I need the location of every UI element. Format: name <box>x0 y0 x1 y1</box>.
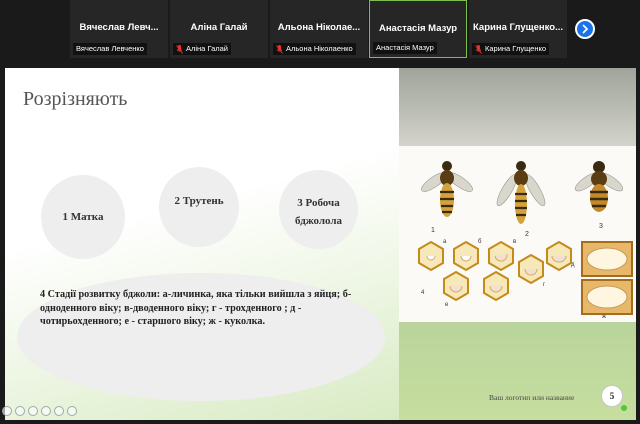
next-participants-button[interactable] <box>575 19 595 39</box>
svg-text:а: а <box>443 239 447 245</box>
mic-muted-icon <box>176 44 183 54</box>
shared-slide: Розрізняють 1 Матка 2 Трутень 3 Робоча бд… <box>5 68 636 420</box>
mic-muted-icon <box>276 44 283 54</box>
photo-bottom-strip <box>399 322 636 420</box>
participant-name: Вячеслав Левч... <box>79 22 159 33</box>
participant-strip: Вячеслав Левч... Вячеслав Левченко Аліна… <box>0 0 640 60</box>
participant-label: Альона Ніколаенко <box>273 43 356 55</box>
svg-text:б: б <box>478 239 482 245</box>
participant-tile-active[interactable]: Анастасія Мазур Анастасія Мазур <box>369 0 467 58</box>
svg-text:г: г <box>543 282 546 288</box>
participant-label: Карина Глущенко <box>472 43 549 55</box>
svg-text:в: в <box>513 239 516 245</box>
slide-title: Розрізняють <box>23 88 128 110</box>
pen-tool-icon[interactable] <box>28 406 38 416</box>
slide-footer: Ваш логотип или название <box>489 393 575 402</box>
next-slide-icon[interactable] <box>15 406 25 416</box>
svg-text:4: 4 <box>421 290 425 296</box>
participant-label: Вячеслав Левченко <box>73 43 147 55</box>
chevron-right-icon <box>582 24 589 34</box>
photo-top-strip <box>399 68 636 146</box>
svg-text:е: е <box>445 302 449 308</box>
participant-tile[interactable]: Карина Глущенко... Карина Глущенко <box>469 0 567 58</box>
fig-label-2: 2 <box>525 231 529 238</box>
zoom-icon[interactable] <box>54 406 64 416</box>
participant-label: Анастасія Мазур <box>373 42 437 54</box>
mic-muted-icon <box>475 44 482 54</box>
bee-figure-svg: 1 2 3 а б в г д е ж 4 <box>418 161 633 320</box>
circle-worker: 3 Робоча бджолола <box>279 170 358 249</box>
slides-overview-icon[interactable] <box>41 406 51 416</box>
status-indicator <box>621 405 627 411</box>
slide-nav-controls[interactable] <box>2 406 77 416</box>
slide-page-number: 5 <box>601 385 623 407</box>
more-options-icon[interactable] <box>67 406 77 416</box>
participant-label: Аліна Галай <box>173 43 231 55</box>
circle-drone: 2 Трутень <box>159 167 239 247</box>
participant-name: Аліна Галай <box>190 22 248 33</box>
stages-text: 4 Стадії розвитку бджоли: а-личинка, яка… <box>40 289 352 327</box>
bee-illustration: 1 2 3 а б в г д е ж 4 <box>399 146 636 322</box>
participant-tile[interactable]: Альона Ніколае... Альона Ніколаенко <box>270 0 368 58</box>
prev-slide-icon[interactable] <box>2 406 12 416</box>
circle-queen: 1 Матка <box>41 175 125 259</box>
svg-text:д: д <box>571 262 575 268</box>
participant-name: Карина Глущенко... <box>473 22 563 33</box>
fig-label-3: 3 <box>599 223 603 230</box>
participant-tile[interactable]: Аліна Галай Аліна Галай <box>170 0 268 58</box>
participant-tile[interactable]: Вячеслав Левч... Вячеслав Левченко <box>70 0 168 58</box>
fig-label-1: 1 <box>431 227 435 234</box>
participant-name: Анастасія Мазур <box>378 23 458 34</box>
participant-name: Альона Ніколае... <box>277 22 361 33</box>
